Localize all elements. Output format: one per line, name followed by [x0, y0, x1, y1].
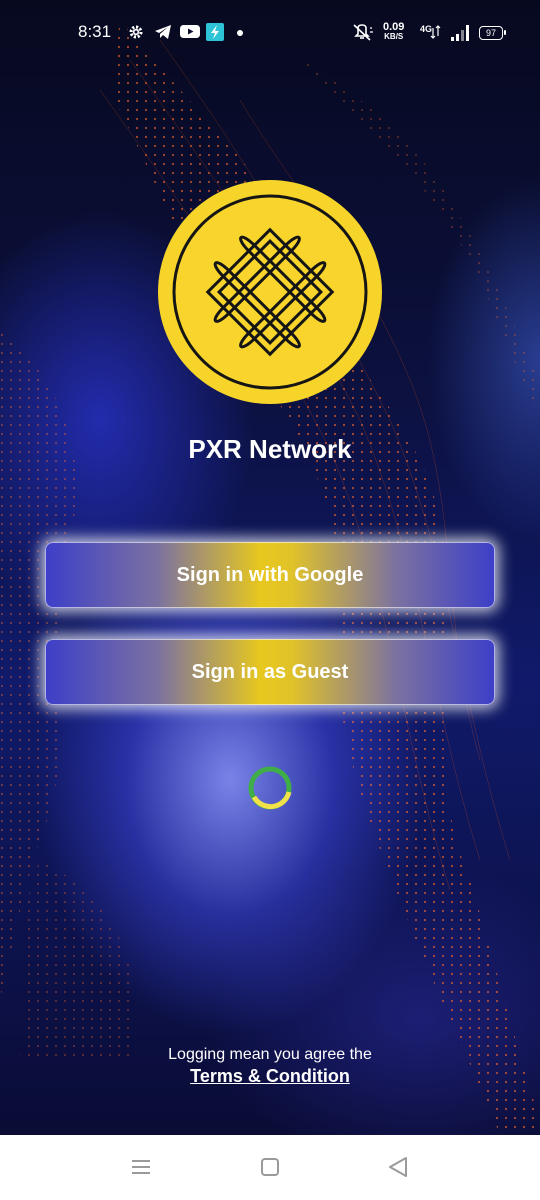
status-time: 8:31 [78, 22, 112, 41]
sign-in-guest-label: Sign in as Guest [191, 660, 349, 683]
app-name: PXR Network [188, 434, 352, 464]
network-speed: 0.09 KB/S [383, 22, 404, 42]
home-icon[interactable] [256, 1153, 284, 1181]
battery-icon: 97 [479, 26, 506, 40]
sign-in-google-button[interactable]: Sign in with Google [45, 542, 495, 608]
login-screen: 8:31 0.09 KB/S 4G 97 PXR Network Sign in… [0, 0, 540, 1200]
legal-text: Logging mean you agree the [168, 1046, 372, 1063]
menu-icon[interactable] [127, 1153, 155, 1181]
loading-spinner-icon [248, 766, 292, 810]
sign-in-guest-button[interactable]: Sign in as Guest [45, 639, 495, 705]
app-icon [206, 23, 224, 41]
data-arrows-icon [430, 25, 441, 39]
dot-icon [237, 30, 243, 36]
endless-knot-icon [158, 180, 382, 404]
status-bar: 8:31 0.09 KB/S 4G 97 [0, 0, 540, 66]
mute-icon [353, 24, 373, 41]
sign-in-google-label: Sign in with Google [176, 563, 364, 586]
navigation-bar [0, 1135, 540, 1200]
signal-icon [451, 25, 469, 41]
legal-notice: Logging mean you agree the Terms & Condi… [0, 1046, 540, 1087]
back-icon[interactable] [384, 1153, 412, 1181]
settings-icon [129, 25, 143, 39]
youtube-icon [180, 25, 200, 38]
telegram-icon [155, 25, 171, 39]
network-speed-unit: KB/S [384, 32, 404, 41]
terms-link[interactable]: Terms & Condition [190, 1066, 350, 1087]
